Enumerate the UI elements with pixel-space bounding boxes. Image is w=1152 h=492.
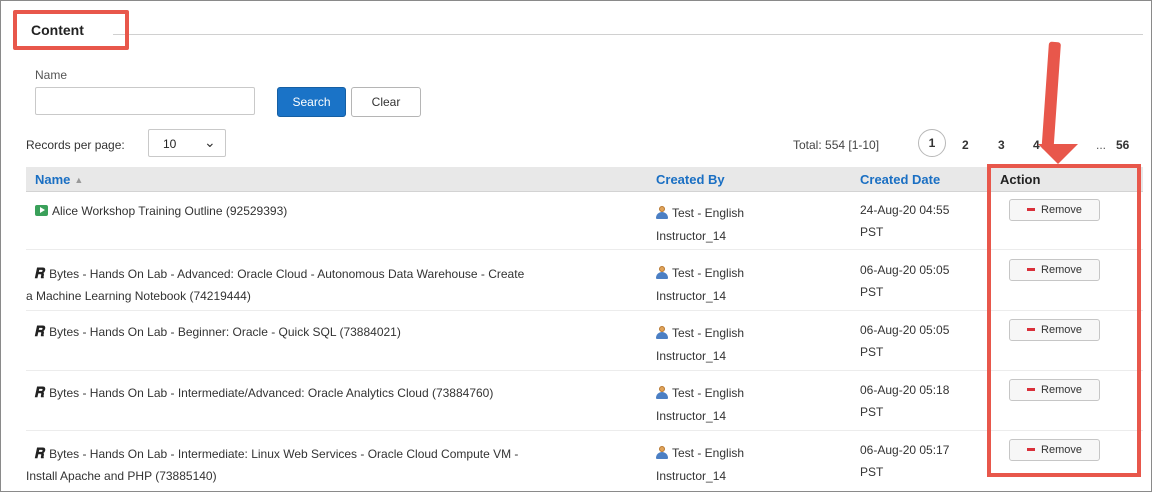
row-4-name[interactable]: 𝐑 Bytes - Hands On Lab - Intermediate/Adv… <box>33 381 493 405</box>
name-search-input[interactable] <box>35 87 255 115</box>
section-title: Content <box>31 22 84 38</box>
row-2-name-line2[interactable]: a Machine Learning Notebook (74219444) <box>26 285 251 308</box>
row-4-date-line2: PST <box>860 405 884 419</box>
row-1-creator-line1: Test - English <box>672 206 745 220</box>
row-5-name[interactable]: 𝐑 Bytes - Hands On Lab - Intermediate: Li… <box>33 442 518 466</box>
content-panel <box>0 0 1152 492</box>
action-column-highlight <box>987 164 1141 477</box>
user-icon <box>656 326 668 339</box>
row-2-name-text[interactable]: Bytes - Hands On Lab - Advanced: Oracle … <box>49 267 524 281</box>
row-1-creator-line2: Instructor_14 <box>656 229 727 243</box>
row-3-creator-line2: Instructor_14 <box>656 349 727 363</box>
row-divider <box>26 370 1143 371</box>
row-1-date-line2: PST <box>860 225 884 239</box>
row-4-date-line1: 06-Aug-20 05:18 <box>860 383 950 397</box>
row-2-date-line1: 06-Aug-20 05:05 <box>860 263 950 277</box>
page-3-link[interactable]: 3 <box>998 138 1005 152</box>
row-divider <box>26 249 1143 250</box>
row-divider <box>26 430 1143 431</box>
records-per-page-value: 10 <box>163 137 177 151</box>
total-records: Total: 554 [1-10] <box>793 138 880 152</box>
sort-icon[interactable]: ▲︎ <box>74 175 83 185</box>
records-per-page-select[interactable]: 10 ⌄ <box>148 129 226 157</box>
row-5-name-line2[interactable]: Install Apache and PHP (73885140) <box>26 465 217 488</box>
row-1-name-text[interactable]: Alice Workshop Training Outline (9252939… <box>52 204 287 218</box>
bytes-icon: 𝐑 <box>33 265 47 281</box>
row-2-created-by: Test - English <box>656 262 744 285</box>
table-header <box>26 167 1143 192</box>
row-4-creator-line1: Test - English <box>672 386 745 400</box>
user-icon <box>656 266 668 279</box>
row-5-date-line1: 06-Aug-20 05:17 <box>860 443 950 457</box>
row-1-date-line1: 24-Aug-20 04:55 <box>860 203 950 217</box>
row-1-created-by: Test - English <box>656 202 744 225</box>
records-per-page-label: Records per page: <box>26 138 125 152</box>
user-icon <box>656 446 668 459</box>
column-header-name[interactable]: Name ▲︎ <box>35 172 83 187</box>
row-2-name[interactable]: 𝐑 Bytes - Hands On Lab - Advanced: Oracle… <box>33 262 524 286</box>
annotation-arrow-icon <box>1038 144 1078 164</box>
bytes-icon: 𝐑 <box>33 445 47 461</box>
row-4-creator-line2: Instructor_14 <box>656 409 727 423</box>
column-header-name-label: Name <box>35 172 71 187</box>
row-3-date-line2: PST <box>860 345 884 359</box>
row-2-date-line2: PST <box>860 285 884 299</box>
column-header-created-by[interactable]: Created By <box>656 172 725 187</box>
row-1-name[interactable]: Alice Workshop Training Outline (9252939… <box>35 200 287 223</box>
page-1-button[interactable]: 1 <box>918 129 946 157</box>
bytes-icon: 𝐑 <box>33 384 47 400</box>
row-5-date-line2: PST <box>860 465 884 479</box>
row-5-created-by: Test - English <box>656 442 744 465</box>
row-5-name-text[interactable]: Bytes - Hands On Lab - Intermediate: Lin… <box>49 447 518 461</box>
row-3-creator-line1: Test - English <box>672 326 745 340</box>
search-button[interactable]: Search <box>277 87 346 117</box>
user-icon <box>656 206 668 219</box>
name-label: Name <box>35 68 68 82</box>
row-5-creator-line2: Instructor_14 <box>656 469 727 483</box>
clear-button[interactable]: Clear <box>351 87 421 117</box>
row-4-name-text[interactable]: Bytes - Hands On Lab - Intermediate/Adva… <box>49 386 493 400</box>
section-divider <box>113 34 1143 35</box>
user-icon <box>656 386 668 399</box>
bytes-icon: 𝐑 <box>33 323 47 339</box>
row-divider <box>26 310 1143 311</box>
page-ellipsis: ... <box>1096 138 1107 152</box>
page-2-link[interactable]: 2 <box>962 138 969 152</box>
row-2-creator-line2: Instructor_14 <box>656 289 727 303</box>
row-3-name-text[interactable]: Bytes - Hands On Lab - Beginner: Oracle … <box>49 325 401 339</box>
row-4-created-by: Test - English <box>656 382 744 405</box>
video-icon <box>35 205 48 216</box>
row-2-creator-line1: Test - English <box>672 266 745 280</box>
row-3-created-by: Test - English <box>656 322 744 345</box>
row-3-name[interactable]: 𝐑 Bytes - Hands On Lab - Beginner: Oracle… <box>33 320 401 344</box>
page-56-link[interactable]: 56 <box>1116 138 1129 152</box>
section-title-highlight: Content <box>13 10 129 50</box>
row-3-date-line1: 06-Aug-20 05:05 <box>860 323 950 337</box>
column-header-created-date[interactable]: Created Date <box>860 172 940 187</box>
chevron-down-icon: ⌄ <box>204 134 216 150</box>
row-5-creator-line1: Test - English <box>672 446 745 460</box>
